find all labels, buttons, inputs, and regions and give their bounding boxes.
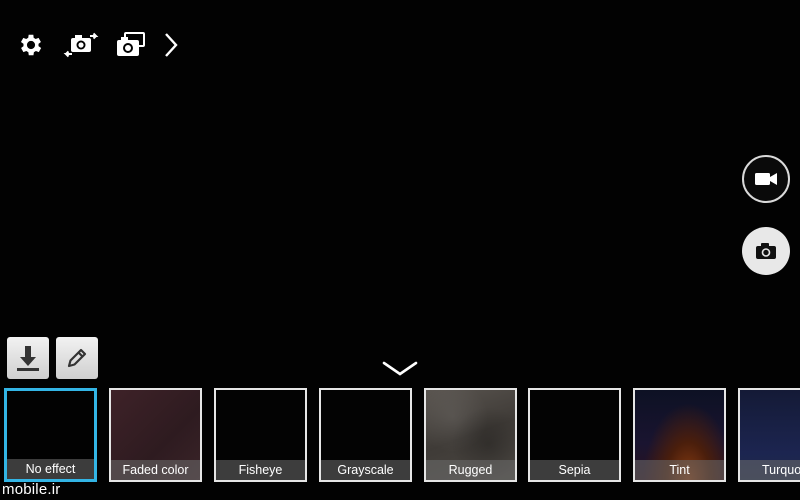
- effect-rugged[interactable]: Rugged: [424, 388, 517, 482]
- effect-faded-color[interactable]: Faded color: [109, 388, 202, 482]
- camera-icon: [756, 243, 776, 259]
- download-icon: [17, 346, 39, 371]
- effect-label: Faded color: [111, 460, 200, 480]
- camera-mode-button[interactable]: [742, 227, 790, 275]
- switch-camera-button[interactable]: [61, 28, 101, 62]
- expand-controls-button[interactable]: [162, 28, 180, 62]
- effect-label: Grayscale: [321, 460, 410, 480]
- edit-effects-button[interactable]: [56, 337, 98, 379]
- effect-fisheye[interactable]: Fisheye: [214, 388, 307, 482]
- gear-icon: [20, 34, 42, 56]
- effect-label: Tint: [635, 460, 724, 480]
- switch-camera-icon: [63, 32, 99, 58]
- effect-sepia[interactable]: Sepia: [528, 388, 621, 482]
- effect-label: Turquoise: [740, 460, 800, 480]
- dual-camera-button[interactable]: [114, 28, 148, 62]
- effect-no-effect[interactable]: No effect: [4, 388, 97, 482]
- chevron-right-icon: [165, 33, 178, 57]
- effect-label: No effect: [7, 459, 94, 479]
- effect-grayscale[interactable]: Grayscale: [319, 388, 412, 482]
- pencil-icon: [67, 348, 87, 368]
- video-camera-icon: [755, 173, 777, 185]
- effect-turquoise[interactable]: Turquoise: [738, 388, 800, 482]
- effects-strip: No effect Faded color Fisheye Grayscale …: [0, 386, 800, 500]
- dual-camera-icon: [117, 32, 145, 56]
- chevron-down-icon: [382, 361, 418, 376]
- video-mode-button[interactable]: [742, 155, 790, 203]
- effect-label: Sepia: [530, 460, 619, 480]
- download-effects-button[interactable]: [7, 337, 49, 379]
- effect-label: Fisheye: [216, 460, 305, 480]
- effect-label: Rugged: [426, 460, 515, 480]
- settings-button[interactable]: [14, 28, 48, 62]
- watermark: mobile.ir: [2, 481, 61, 498]
- effect-tint[interactable]: Tint: [633, 388, 726, 482]
- collapse-effects-button[interactable]: [380, 358, 420, 378]
